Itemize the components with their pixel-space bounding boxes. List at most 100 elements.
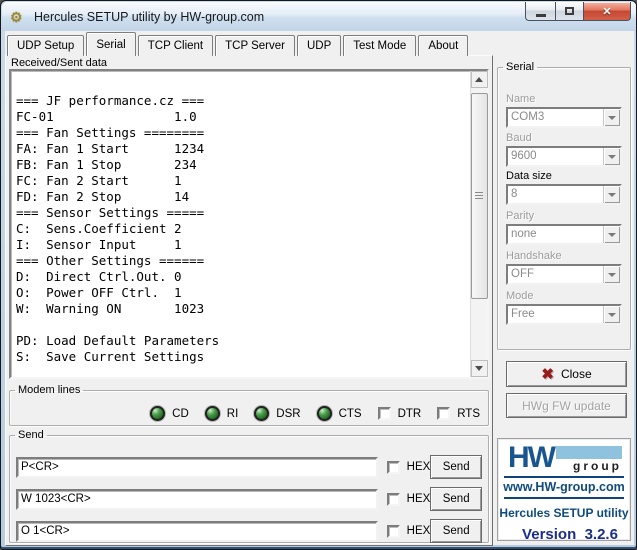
arrow-up-icon (475, 77, 483, 82)
app-gear-icon: ⚙ (10, 8, 28, 26)
hex-toggle-2[interactable]: HEX (387, 493, 431, 506)
chevron-down-icon (608, 193, 616, 197)
baud-value: 9600 (508, 148, 603, 165)
send-input-3[interactable] (16, 521, 378, 542)
logo-group-text: group (556, 459, 622, 473)
parity-label: Parity (506, 210, 622, 222)
parity-field: Parity none (506, 210, 622, 245)
version-text: Version 3.2.6 (498, 526, 630, 541)
dtr-toggle[interactable]: DTR (378, 407, 422, 420)
cd-indicator: CD (150, 406, 189, 421)
serial-settings-group: Serial Name COM3 Baud 9600 Data size 8 P… (497, 61, 631, 350)
maximize-button[interactable] (555, 2, 584, 21)
hex-label-2: HEX (407, 493, 431, 505)
close-button-label: Close (561, 367, 592, 381)
received-data-area[interactable]: === JF performance.cz === FC-01 1.0 === … (9, 69, 489, 379)
scrollbar-track[interactable] (471, 88, 488, 360)
dtr-label: DTR (398, 408, 422, 420)
send-input-1[interactable] (16, 457, 378, 478)
hw-group-logo: HW group (508, 446, 622, 473)
title-bar[interactable]: ⚙ Hercules SETUP utility by HW-group.com… (2, 2, 637, 31)
cd-label: CD (172, 408, 189, 420)
mode-label: Mode (506, 290, 622, 302)
hwg-fw-update-button[interactable]: HWg FW update (506, 393, 627, 418)
baud-dropdown-button[interactable] (603, 148, 620, 165)
cts-led-icon (317, 406, 332, 421)
hex-label-3: HEX (407, 525, 431, 537)
scrollbar-thumb[interactable] (471, 93, 488, 299)
tab-serial[interactable]: Serial (86, 32, 135, 56)
parity-dropdown-button[interactable] (603, 226, 620, 243)
scroll-down-button[interactable] (471, 360, 488, 377)
window-title: Hercules SETUP utility by HW-group.com (34, 10, 264, 24)
hex-checkbox-3[interactable] (387, 525, 400, 538)
tab-tcp-client[interactable]: TCP Client (138, 35, 213, 56)
dsr-label: DSR (276, 408, 300, 420)
logo-hw-text: HW (508, 446, 554, 470)
close-button[interactable]: ✖ Close (506, 361, 627, 387)
window-controls: ✕ (525, 2, 631, 21)
tab-bar: UDP Setup Serial TCP Client TCP Server U… (7, 32, 468, 56)
handshake-dropdown-button[interactable] (603, 266, 620, 283)
modem-indicators-row: CD RI DSR CTS DTR RTS (150, 406, 480, 421)
baud-combobox[interactable]: 9600 (506, 146, 622, 167)
hex-label-1: HEX (407, 461, 431, 473)
mode-dropdown-button[interactable] (603, 306, 620, 323)
terminal-scrollbar[interactable] (470, 71, 487, 377)
ri-label: RI (227, 408, 239, 420)
maximize-icon (565, 7, 574, 15)
dsr-indicator: DSR (254, 406, 300, 421)
data-size-field: Data size 8 (506, 170, 622, 205)
data-size-combobox[interactable]: 8 (506, 184, 622, 205)
minimize-icon (536, 14, 546, 17)
tab-tcp-server[interactable]: TCP Server (215, 35, 295, 56)
name-dropdown-button[interactable] (603, 109, 620, 126)
logo-divider (504, 497, 624, 499)
data-size-value: 8 (508, 186, 603, 203)
minimize-button[interactable] (525, 2, 555, 21)
data-size-dropdown-button[interactable] (603, 186, 620, 203)
hw-group-url: www.HW-group.com (498, 480, 630, 494)
tab-udp-setup[interactable]: UDP Setup (7, 35, 84, 56)
rts-checkbox[interactable] (437, 407, 450, 420)
baud-field: Baud 9600 (506, 132, 622, 167)
dsr-led-icon (254, 406, 269, 421)
cd-led-icon (150, 406, 165, 421)
hex-checkbox-1[interactable] (387, 461, 400, 474)
rts-toggle[interactable]: RTS (437, 407, 480, 420)
logo-right: group (556, 446, 622, 473)
chevron-down-icon (608, 155, 616, 159)
handshake-value: OFF (508, 266, 603, 283)
ri-led-icon (205, 406, 220, 421)
tab-udp[interactable]: UDP (297, 35, 341, 56)
close-x-icon: ✖ (541, 367, 554, 382)
dtr-checkbox[interactable] (378, 407, 391, 420)
name-field: Name COM3 (506, 93, 622, 128)
send-group: Send HEX Send HEX Send HEX Send (9, 429, 489, 543)
name-combobox[interactable]: COM3 (506, 107, 622, 128)
send-button-2[interactable]: Send (430, 487, 482, 511)
send-button-1[interactable]: Send (430, 455, 482, 479)
handshake-combobox[interactable]: OFF (506, 264, 622, 285)
chevron-down-icon (608, 233, 616, 237)
tab-about[interactable]: About (418, 35, 468, 56)
chevron-down-icon (608, 313, 616, 317)
parity-combobox[interactable]: none (506, 224, 622, 245)
cts-label: CTS (339, 408, 362, 420)
close-window-button[interactable]: ✕ (584, 2, 631, 21)
app-window: ⚙ Hercules SETUP utility by HW-group.com… (0, 0, 637, 550)
hex-checkbox-2[interactable] (387, 493, 400, 506)
scroll-up-button[interactable] (471, 71, 488, 88)
send-input-2[interactable] (16, 489, 378, 510)
send-button-3[interactable]: Send (430, 519, 482, 543)
hex-toggle-3[interactable]: HEX (387, 525, 431, 538)
logo-divider (504, 476, 624, 478)
tab-test-mode[interactable]: Test Mode (343, 35, 416, 56)
handshake-label: Handshake (506, 250, 622, 262)
mode-field: Mode Free (506, 290, 622, 325)
mode-value: Free (508, 306, 603, 323)
send-legend: Send (15, 429, 47, 441)
scrollbar-grip-icon (475, 192, 483, 200)
mode-combobox[interactable]: Free (506, 304, 622, 325)
hex-toggle-1[interactable]: HEX (387, 461, 431, 474)
